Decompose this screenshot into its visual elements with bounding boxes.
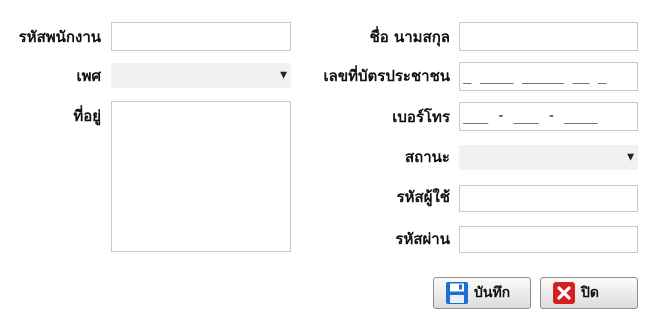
close-button-label: ปิด	[581, 285, 599, 301]
chevron-down-icon: ▼	[280, 70, 287, 80]
status-label: สถานะ	[405, 148, 450, 166]
id-card-label: เลขที่บัตรประชาชน	[323, 67, 450, 85]
full-name-label: ชื่อ นามสกุล	[369, 28, 450, 46]
password-input[interactable]	[459, 226, 638, 253]
close-icon	[553, 282, 575, 304]
employee-id-label: รหัสพนักงาน	[18, 28, 101, 46]
password-label: รหัสผ่าน	[395, 230, 450, 248]
save-button[interactable]: บันทึก	[433, 277, 531, 309]
chevron-down-icon: ▼	[627, 152, 634, 162]
gender-select[interactable]: ▼	[111, 63, 291, 88]
gender-label: เพศ	[76, 67, 101, 85]
close-button[interactable]: ปิด	[540, 277, 638, 309]
phone-label: เบอร์โทร	[392, 108, 450, 126]
address-label: ที่อยู่	[73, 107, 101, 125]
id-card-input[interactable]: _ ____ _____ __ _	[459, 62, 638, 91]
save-button-label: บันทึก	[474, 285, 511, 301]
address-textarea[interactable]	[111, 101, 291, 252]
full-name-input[interactable]	[459, 22, 638, 51]
floppy-disk-icon	[446, 282, 468, 304]
status-select[interactable]: ▼	[459, 145, 638, 170]
username-input[interactable]	[459, 185, 638, 212]
username-label: รหัสผู้ใช้	[396, 188, 450, 206]
employee-id-input[interactable]	[111, 22, 291, 51]
phone-input[interactable]: ___ - ___ - ____	[459, 102, 638, 131]
